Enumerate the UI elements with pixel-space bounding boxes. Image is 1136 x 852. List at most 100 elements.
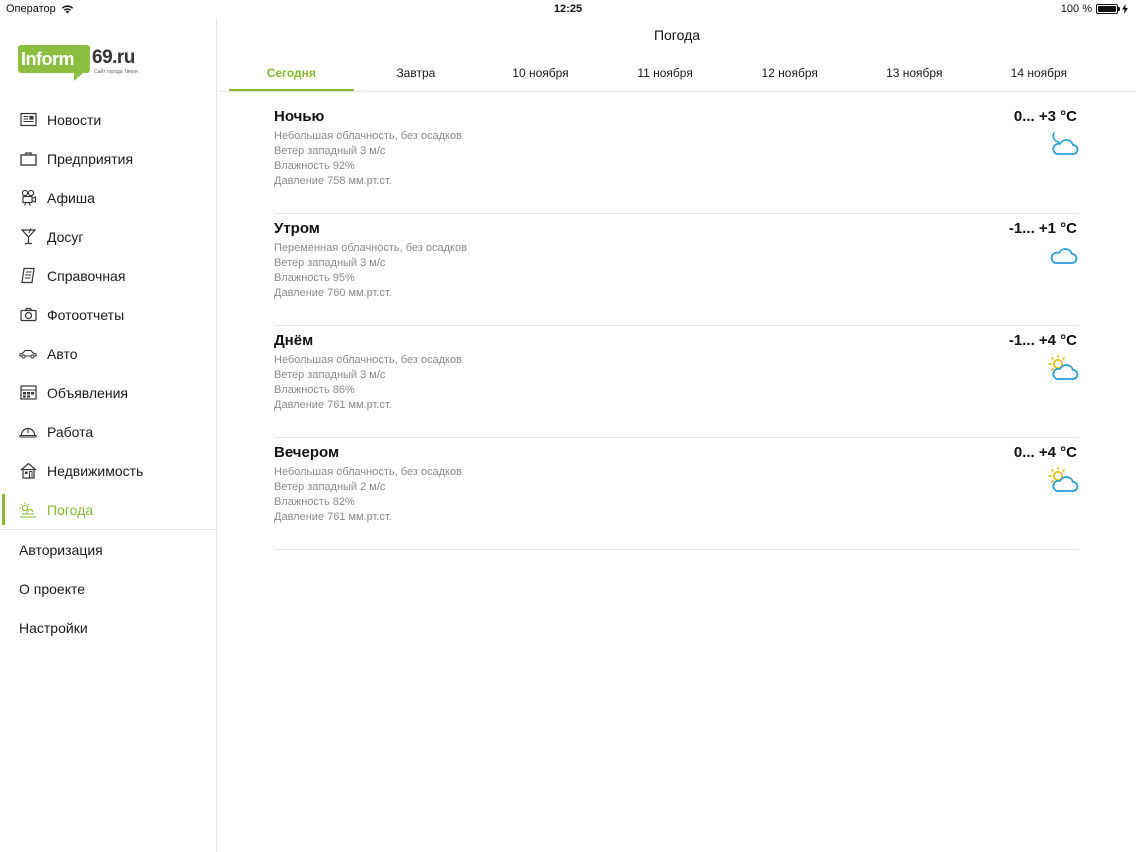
period-wind: Ветер западный 2 м/с — [274, 481, 386, 493]
sidebar-item-label: Досуг — [47, 228, 84, 245]
sidebar-secondary-menu: Авторизация О проекте Настройки — [0, 530, 217, 647]
tab-nov-12[interactable]: 12 ноября — [727, 58, 852, 91]
tab-nov-10[interactable]: 10 ноября — [478, 58, 603, 91]
sun-cloud-icon — [1048, 466, 1079, 492]
period-temperature: 0... +4 °C — [1013, 444, 1077, 461]
period-wind: Ветер западный 3 м/с — [274, 369, 386, 381]
forecast-day: Днём Небольшая облачность, без осадков В… — [274, 326, 1079, 438]
tabs-divider — [218, 91, 1136, 92]
period-temperature: 0... +3 °C — [1013, 108, 1077, 125]
forecast-morning: Утром Переменная облачность, без осадков… — [274, 214, 1079, 326]
sidebar-item-label: Новости — [47, 111, 102, 128]
sun-cloud-icon — [1048, 354, 1079, 380]
period-humidity: Влажность 92% — [274, 160, 355, 172]
period-title: Днём — [274, 332, 314, 349]
sidebar-item-label: Работа — [47, 423, 94, 440]
tab-today[interactable]: Сегодня — [229, 58, 354, 91]
battery-icon — [1096, 4, 1120, 14]
tab-nov-14[interactable]: 14 ноября — [977, 58, 1102, 91]
logo-tail — [74, 72, 84, 81]
sidebar-item-companies[interactable]: Предприятия — [0, 139, 217, 178]
logo[interactable]: Inform 69.ru Сайт города Твери — [18, 45, 140, 85]
status-bar: Оператор 12:25 100 % — [0, 0, 1136, 18]
period-conditions: Небольшая облачность, без осадков — [274, 130, 462, 142]
hard-hat-icon — [19, 423, 37, 441]
sidebar-item-label: Погода — [47, 501, 94, 518]
period-conditions: Небольшая облачность, без осадков — [274, 354, 462, 366]
forecast-list: Ночью Небольшая облачность, без осадков … — [274, 102, 1079, 550]
cocktail-icon — [19, 228, 37, 246]
sidebar-item-label: Объявления — [47, 384, 128, 401]
period-pressure: Давление 760 мм.рт.ст. — [274, 287, 392, 299]
period-pressure: Давление 758 мм.рт.ст. — [274, 175, 392, 187]
tab-nov-13[interactable]: 13 ноября — [852, 58, 977, 91]
period-details: Небольшая облачность, без осадков Ветер … — [274, 353, 462, 413]
camera-icon — [19, 306, 37, 324]
car-icon — [19, 345, 37, 363]
period-wind: Ветер западный 3 м/с — [274, 145, 386, 157]
tab-nov-11[interactable]: 11 ноября — [603, 58, 728, 91]
sidebar-item-label: Авто — [47, 345, 78, 362]
sidebar-item-photos[interactable]: Фотоотчеты — [0, 295, 217, 334]
sidebar-item-about[interactable]: О проекте — [0, 569, 217, 608]
sidebar-item-label: Недвижимость — [47, 462, 144, 479]
logo-tagline: Сайт города Твери — [94, 69, 138, 75]
sidebar-item-weather[interactable]: Погода — [0, 490, 217, 529]
day-tabs: Сегодня Завтра 10 ноября 11 ноября 12 но… — [229, 58, 1119, 91]
sidebar-item-label: Настройки — [19, 619, 88, 636]
board-icon — [19, 384, 37, 402]
sidebar-item-label: Справочная — [47, 267, 126, 284]
forecast-night: Ночью Небольшая облачность, без осадков … — [274, 102, 1079, 214]
sidebar-item-jobs[interactable]: Работа — [0, 412, 217, 451]
period-conditions: Небольшая облачность, без осадков — [274, 466, 462, 478]
logo-brand: Inform — [18, 45, 90, 73]
sidebar-item-leisure[interactable]: Досуг — [0, 217, 217, 256]
sidebar-item-label: Предприятия — [47, 150, 134, 167]
sidebar-item-auth[interactable]: Авторизация — [0, 530, 217, 569]
cloud-icon — [1050, 248, 1078, 264]
period-title: Ночью — [274, 108, 325, 125]
newspaper-icon — [19, 111, 37, 129]
sidebar-menu: Новости Предприятия Афиша Досуг Справочн… — [0, 100, 217, 647]
film-camera-icon — [19, 189, 37, 207]
period-temperature: -1... +1 °C — [1008, 220, 1077, 237]
status-right: 100 % — [1061, 3, 1128, 15]
period-details: Переменная облачность, без осадков Ветер… — [274, 241, 467, 301]
period-pressure: Давление 761 мм.рт.ст. — [274, 511, 392, 523]
active-indicator — [2, 494, 5, 525]
period-details: Небольшая облачность, без осадков Ветер … — [274, 129, 462, 189]
house-icon — [19, 462, 37, 480]
status-time: 12:25 — [553, 3, 583, 15]
period-details: Небольшая облачность, без осадков Ветер … — [274, 465, 462, 525]
sidebar-item-label: Фотоотчеты — [47, 306, 125, 323]
period-humidity: Влажность 86% — [274, 384, 355, 396]
tab-tomorrow[interactable]: Завтра — [354, 58, 479, 91]
sidebar-item-events[interactable]: Афиша — [0, 178, 217, 217]
book-icon — [19, 267, 37, 285]
main-content: Погода Сегодня Завтра 10 ноября 11 ноябр… — [218, 18, 1136, 852]
period-conditions: Переменная облачность, без осадков — [274, 242, 467, 254]
period-pressure: Давление 761 мм.рт.ст. — [274, 399, 392, 411]
forecast-evening: Вечером Небольшая облачность, без осадко… — [274, 438, 1079, 550]
weather-icon — [19, 501, 37, 519]
logo-domain: 69.ru — [92, 47, 135, 68]
sidebar-item-label: О проекте — [19, 580, 86, 597]
period-title: Утром — [274, 220, 320, 237]
sidebar-item-label: Авторизация — [19, 541, 103, 558]
sidebar-item-label: Афиша — [47, 189, 95, 206]
sidebar-item-ads[interactable]: Объявления — [0, 373, 217, 412]
period-humidity: Влажность 82% — [274, 496, 355, 508]
period-temperature: -1... +4 °C — [1008, 332, 1077, 349]
sidebar-item-settings[interactable]: Настройки — [0, 608, 217, 647]
period-title: Вечером — [274, 444, 340, 461]
sidebar-item-realty[interactable]: Недвижимость — [0, 451, 217, 490]
page-title: Погода — [653, 27, 701, 43]
period-humidity: Влажность 95% — [274, 272, 355, 284]
charging-bolt-icon — [1122, 4, 1128, 14]
battery-percent: 100 % — [1060, 3, 1092, 15]
sidebar-item-directory[interactable]: Справочная — [0, 256, 217, 295]
briefcase-icon — [19, 150, 37, 168]
moon-cloud-icon — [1052, 132, 1079, 155]
sidebar-item-news[interactable]: Новости — [0, 100, 217, 139]
sidebar-item-auto[interactable]: Авто — [0, 334, 217, 373]
